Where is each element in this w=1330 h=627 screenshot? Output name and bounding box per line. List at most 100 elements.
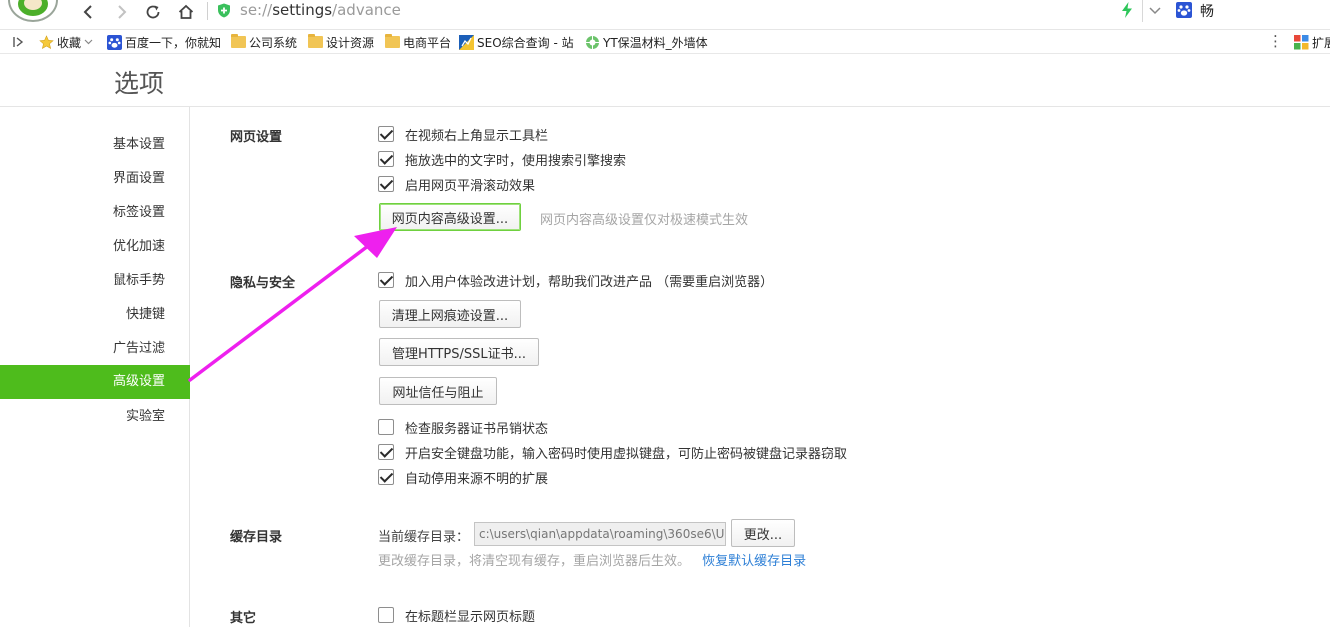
- more-bookmarks-icon[interactable]: ⋮: [1268, 32, 1283, 50]
- checkbox-show-page-title[interactable]: [378, 607, 394, 623]
- option-cert-revocation[interactable]: 检查服务器证书吊销状态: [378, 417, 548, 437]
- speed-mode-icon[interactable]: [1121, 2, 1133, 18]
- folder-icon: [385, 34, 400, 48]
- search-engine-baidu-icon[interactable]: [1176, 2, 1192, 18]
- chevron-down-icon: [84, 39, 93, 45]
- option-smooth-scroll[interactable]: 启用网页平滑滚动效果: [378, 174, 535, 194]
- bookmark-label: YT保温材料_外墙体: [603, 35, 708, 50]
- forward-button[interactable]: [108, 0, 134, 24]
- star-icon: [39, 34, 54, 49]
- bookmark-label: 电商平台: [403, 35, 452, 50]
- home-icon: [178, 4, 194, 19]
- forward-arrow-icon: [118, 5, 127, 19]
- option-label: 启用网页平滑滚动效果: [405, 178, 536, 194]
- sidebar-item-optimize[interactable]: 优化加速: [0, 230, 190, 264]
- section-title-privacy: 隐私与安全: [230, 276, 296, 291]
- sidebar-item-interface[interactable]: 界面设置: [0, 162, 190, 196]
- sidebar-item-ad-filter[interactable]: 广告过滤: [0, 332, 190, 366]
- yt-icon: [586, 35, 599, 49]
- checkbox-drag-search[interactable]: [378, 151, 394, 167]
- folder-icon: [231, 34, 246, 48]
- address-dropdown-button[interactable]: [1142, 0, 1166, 22]
- option-video-toolbar[interactable]: 在视频右上角显示工具栏: [378, 124, 548, 144]
- checkbox-secure-keyboard[interactable]: [378, 444, 394, 460]
- sidebar-item-mouse-gestures[interactable]: 鼠标手势: [0, 264, 190, 298]
- option-label: 在标题栏显示网页标题: [405, 609, 536, 625]
- option-secure-keyboard[interactable]: 开启安全键盘功能，输入密码时使用虚拟键盘，可防止密码被键盘记录器窃取: [378, 442, 847, 462]
- cache-dir-label: 当前缓存目录：: [378, 530, 470, 545]
- checkbox-cert-revocation[interactable]: [378, 419, 394, 435]
- sidebar-item-tabs[interactable]: 标签设置: [0, 196, 190, 230]
- security-shield-icon: [218, 3, 230, 18]
- checkbox-video-toolbar[interactable]: [378, 126, 394, 142]
- extensions-button[interactable]: 扩展: [1294, 33, 1330, 51]
- option-label: 在视频右上角显示工具栏: [405, 128, 549, 144]
- back-arrow-icon: [83, 5, 92, 19]
- sidebar-item-advanced[interactable]: 高级设置: [0, 365, 190, 399]
- bookmark-seo[interactable]: SEO综合查询 - 站: [459, 33, 574, 51]
- seo-icon: [459, 34, 474, 50]
- url-host: settings: [272, 1, 333, 19]
- reload-button[interactable]: [140, 0, 166, 24]
- sidebar-toggle-button[interactable]: [12, 33, 24, 51]
- section-title-other: 其它: [230, 611, 257, 626]
- option-label: 检查服务器证书吊销状态: [405, 421, 549, 437]
- bookmarks-bar: 收藏 百度一下，你就知 公司系统 设计资源 电商平台 SEO综合查询 - 站 Y…: [0, 30, 1330, 54]
- cache-dir-hint: 更改缓存目录，将清空现有缓存，重启浏览器后生效。 恢复默认缓存目录: [378, 550, 806, 569]
- bookmark-label: 扩展: [1312, 35, 1330, 50]
- restore-default-cache-link[interactable]: 恢复默认缓存目录: [702, 554, 806, 569]
- bookmark-folder-ecommerce[interactable]: 电商平台: [385, 33, 451, 51]
- reload-icon: [146, 5, 160, 19]
- address-bar[interactable]: se://settings/advance: [240, 1, 401, 19]
- option-drag-search[interactable]: 拖放选中的文字时，使用搜索引擎搜索: [378, 149, 626, 169]
- bookmark-label: 设计资源: [326, 35, 375, 50]
- sidebar-item-basic[interactable]: 基本设置: [0, 128, 190, 162]
- bookmark-label: 百度一下，你就知: [125, 35, 222, 50]
- advanced-settings-hint: 网页内容高级设置仅对极速模式生效: [540, 213, 749, 228]
- section-title-cache: 缓存目录: [230, 530, 283, 545]
- bookmark-favorites[interactable]: 收藏: [39, 33, 93, 51]
- url-scheme: se://: [240, 1, 273, 19]
- bookmark-label: 收藏: [57, 35, 82, 50]
- url-path: /advance: [332, 1, 401, 19]
- settings-sidebar: 基本设置 界面设置 标签设置 优化加速 鼠标手势 快捷键 广告过滤 高级设置 实…: [0, 107, 190, 627]
- sidebar-item-shortcuts[interactable]: 快捷键: [0, 298, 190, 332]
- bookmark-folder-design[interactable]: 设计资源: [308, 33, 374, 51]
- back-button[interactable]: [76, 0, 102, 24]
- option-label: 开启安全键盘功能，输入密码时使用虚拟键盘，可防止密码被键盘记录器窃取: [405, 446, 848, 462]
- bookmark-folder-company[interactable]: 公司系统: [231, 33, 297, 51]
- sidebar-toggle-icon: [13, 37, 24, 47]
- page-title: 选项: [114, 69, 165, 98]
- header-divider: [0, 106, 1330, 107]
- bookmark-baidu[interactable]: 百度一下，你就知: [107, 33, 221, 51]
- chevron-down-icon: [1148, 7, 1161, 15]
- bookmark-label: 公司系统: [249, 35, 298, 50]
- option-show-page-title[interactable]: 在标题栏显示网页标题: [378, 605, 535, 625]
- bookmark-label: SEO综合查询 - 站: [477, 35, 574, 50]
- change-cache-dir-button[interactable]: 更改...: [731, 519, 795, 547]
- user-avatar[interactable]: [8, 0, 58, 22]
- folder-icon: [308, 34, 323, 48]
- cache-hint-text: 更改缓存目录，将清空现有缓存，重启浏览器后生效。: [378, 554, 691, 569]
- bookmark-yt[interactable]: YT保温材料_外墙体: [585, 33, 708, 51]
- browser-toolbar: se://settings/advance 畅: [0, 0, 1330, 30]
- checkbox-disable-unknown-extensions[interactable]: [378, 469, 394, 485]
- clear-history-settings-button[interactable]: 清理上网痕迹设置...: [379, 300, 521, 328]
- option-label: 自动停用来源不明的扩展: [405, 471, 549, 487]
- option-ux-program[interactable]: 加入用户体验改进计划，帮助我们改进产品 （需要重启浏览器）: [378, 270, 773, 290]
- manage-certificates-button[interactable]: 管理HTTPS/SSL证书...: [379, 338, 539, 366]
- checkbox-smooth-scroll[interactable]: [378, 176, 394, 192]
- option-label: 加入用户体验改进计划，帮助我们改进产品 （需要重启浏览器）: [405, 274, 774, 290]
- advanced-content-settings-button[interactable]: 网页内容高级设置...: [379, 203, 521, 231]
- user-name[interactable]: 畅: [1200, 1, 1214, 21]
- home-button[interactable]: [173, 0, 199, 24]
- extension-icon: [1294, 34, 1309, 49]
- sidebar-item-lab[interactable]: 实验室: [0, 400, 190, 434]
- address-separator: [207, 2, 208, 20]
- url-trust-block-button[interactable]: 网址信任与阻止: [379, 377, 497, 405]
- checkbox-ux-program[interactable]: [378, 272, 394, 288]
- baidu-paw-icon: [107, 34, 122, 50]
- cache-dir-input[interactable]: c:\users\qian\appdata\roaming\360se6\Use…: [474, 522, 726, 546]
- option-label: 拖放选中的文字时，使用搜索引擎搜索: [405, 153, 627, 169]
- option-disable-unknown-extensions[interactable]: 自动停用来源不明的扩展: [378, 467, 548, 487]
